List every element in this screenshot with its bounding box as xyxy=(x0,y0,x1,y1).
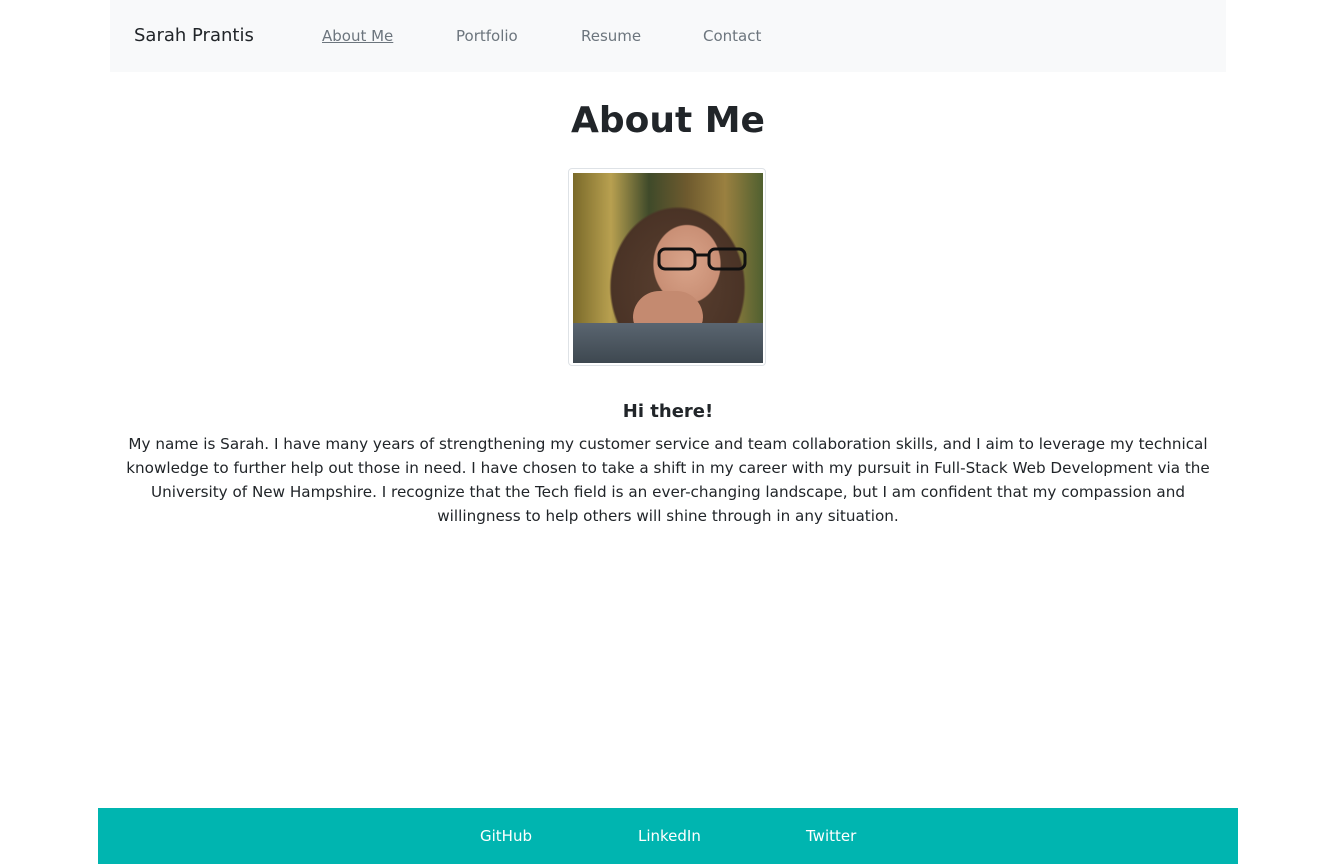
greeting-heading: Hi there! xyxy=(622,401,714,422)
photo-glasses-shape xyxy=(657,247,747,271)
footer-link-github[interactable]: GitHub xyxy=(480,826,532,846)
footer-link-linkedin[interactable]: LinkedIn xyxy=(638,826,701,846)
navbar: Sarah Prantis About Me Portfolio Resume … xyxy=(110,0,1226,72)
nav-link-about-me[interactable]: About Me xyxy=(322,26,393,46)
brand-name[interactable]: Sarah Prantis xyxy=(134,24,254,48)
nav-link-resume[interactable]: Resume xyxy=(581,26,641,46)
photo-shirt-shape xyxy=(573,323,763,363)
bio-paragraph: My name is Sarah. I have many years of s… xyxy=(126,435,1210,525)
footer-link-twitter[interactable]: Twitter xyxy=(806,826,856,846)
nav-link-contact[interactable]: Contact xyxy=(703,26,761,46)
profile-photo xyxy=(573,173,763,363)
profile-photo-frame xyxy=(568,168,766,366)
footer: GitHub LinkedIn Twitter xyxy=(98,808,1238,864)
page-title: About Me xyxy=(571,100,765,141)
nav-link-portfolio[interactable]: Portfolio xyxy=(456,26,518,46)
